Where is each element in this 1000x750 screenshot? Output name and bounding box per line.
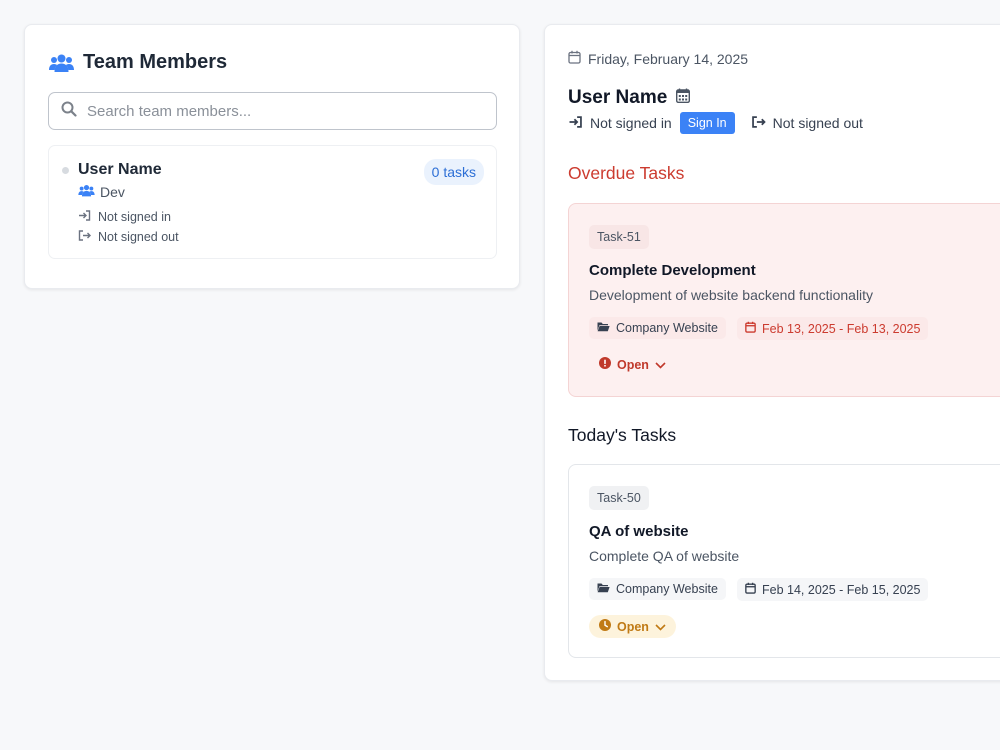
signed-in-text: Not signed in bbox=[590, 115, 672, 131]
chevron-down-icon bbox=[655, 620, 666, 634]
sign-in-icon bbox=[78, 210, 91, 224]
member-role: Dev bbox=[78, 184, 125, 200]
task-card[interactable]: Task-51 Complete Development Development… bbox=[568, 203, 1000, 397]
member-role-label: Dev bbox=[100, 184, 125, 200]
todays-tasks-title: Today's Tasks bbox=[568, 425, 677, 445]
search-input[interactable] bbox=[87, 102, 496, 120]
users-icon bbox=[49, 53, 74, 73]
task-status-label: Open bbox=[617, 357, 649, 372]
calendar-grid-icon[interactable] bbox=[676, 87, 691, 109]
member-signed-out: Not signed out bbox=[78, 230, 179, 244]
task-description: Complete QA of website bbox=[589, 548, 740, 564]
folder-icon bbox=[597, 321, 610, 335]
user-detail-panel: Friday, February 14, 2025 User Name Not … bbox=[544, 24, 1000, 681]
sign-in-button[interactable]: Sign In bbox=[679, 112, 735, 134]
member-name: User Name bbox=[78, 161, 162, 178]
sign-out-icon bbox=[751, 115, 766, 131]
search-box[interactable] bbox=[48, 92, 497, 130]
task-count-badge: 0 tasks bbox=[423, 159, 484, 185]
team-members-header: Team Members bbox=[49, 51, 227, 74]
signed-out-text: Not signed out bbox=[772, 115, 863, 131]
task-card[interactable]: Task-50 QA of website Complete QA of web… bbox=[568, 464, 1000, 658]
signed-in-status: Not signed in bbox=[568, 115, 672, 131]
presence-dot bbox=[62, 167, 69, 174]
task-project-label: Company Website bbox=[616, 582, 718, 596]
member-signed-in: Not signed in bbox=[78, 210, 171, 224]
folder-icon bbox=[597, 582, 610, 596]
task-project-chip: Company Website bbox=[589, 578, 726, 600]
calendar-icon bbox=[745, 321, 756, 336]
chevron-down-icon bbox=[655, 358, 666, 372]
users-icon bbox=[78, 184, 95, 200]
sign-status-row: Not signed in Sign In Not signed out bbox=[568, 112, 863, 134]
member-signed-in-text: Not signed in bbox=[98, 210, 171, 224]
overdue-tasks-title: Overdue Tasks bbox=[568, 163, 685, 183]
task-description: Development of website backend functiona… bbox=[589, 287, 874, 303]
sign-out-icon bbox=[78, 230, 91, 244]
task-id-badge: Task-51 bbox=[589, 225, 649, 249]
task-status-dropdown[interactable]: Open bbox=[589, 353, 676, 376]
calendar-icon bbox=[745, 582, 756, 597]
task-dates-chip: Feb 13, 2025 - Feb 13, 2025 bbox=[737, 317, 929, 340]
search-icon bbox=[61, 101, 77, 122]
current-date: Friday, February 14, 2025 bbox=[568, 50, 748, 67]
member-card[interactable]: User Name Dev Not signed in Not signed o… bbox=[48, 145, 497, 259]
member-signed-out-text: Not signed out bbox=[98, 230, 179, 244]
task-id-badge: Task-50 bbox=[589, 486, 649, 510]
clock-icon bbox=[599, 619, 611, 634]
team-members-panel: Team Members User Name bbox=[24, 24, 520, 289]
alert-circle-icon bbox=[599, 357, 611, 372]
calendar-icon bbox=[568, 50, 581, 67]
signed-out-status: Not signed out bbox=[751, 115, 863, 131]
user-name: User Name bbox=[568, 87, 668, 108]
user-header: User Name bbox=[568, 87, 691, 109]
task-project-label: Company Website bbox=[616, 321, 718, 335]
sign-in-icon bbox=[568, 115, 583, 131]
task-dates-label: Feb 13, 2025 - Feb 13, 2025 bbox=[762, 321, 921, 336]
current-date-text: Friday, February 14, 2025 bbox=[588, 50, 749, 67]
team-members-title: Team Members bbox=[83, 51, 228, 73]
task-project-chip: Company Website bbox=[589, 317, 726, 339]
task-title: Complete Development bbox=[589, 262, 756, 279]
task-status-label: Open bbox=[617, 619, 649, 634]
task-status-dropdown[interactable]: Open bbox=[589, 615, 676, 638]
task-dates-label: Feb 14, 2025 - Feb 15, 2025 bbox=[762, 582, 921, 597]
task-dates-chip: Feb 14, 2025 - Feb 15, 2025 bbox=[737, 578, 929, 601]
task-title: QA of website bbox=[589, 523, 689, 540]
